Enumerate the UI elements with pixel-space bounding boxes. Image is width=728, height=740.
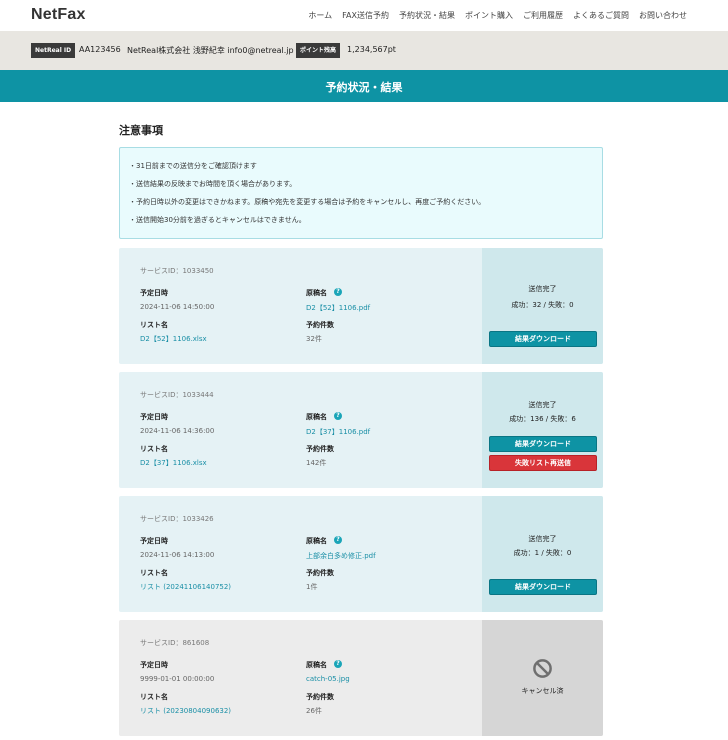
nav-fax-reserve[interactable]: FAX送信予約 [342, 10, 389, 21]
nav-home[interactable]: ホーム [308, 10, 332, 21]
scheduled-label: 予定日時 [140, 413, 168, 421]
document-label: 原稿名 [306, 537, 327, 545]
note-item: ・31日前までの送信分をご確認頂けます [129, 162, 257, 170]
document-label: 原稿名 [306, 661, 327, 669]
site-header: NetFax ホーム FAX送信予約 予約状況・結果 ポイント購入 ご利用履歴 … [0, 0, 728, 31]
question-circle-icon[interactable]: ? [334, 412, 342, 420]
status-text: 送信完了 [528, 535, 557, 543]
list-link[interactable]: D2【37】1106.xlsx [140, 458, 207, 468]
status-text: 送信完了 [528, 401, 557, 409]
status-text: 送信完了 [528, 285, 557, 293]
nav-usage-history[interactable]: ご利用履歴 [523, 10, 563, 21]
points-balance: 1,234,567pt [347, 45, 396, 54]
download-results-button[interactable]: 結果ダウンロード [489, 331, 597, 347]
question-circle-icon[interactable]: ? [334, 660, 342, 668]
note-item: ・予約日時以外の変更はできかねます。原稿や宛先を変更する場合は予約をキャンセルし… [129, 198, 486, 206]
count-label: 予約件数 [306, 445, 334, 453]
scheduled-value: 9999-01-01 00:00:00 [140, 675, 215, 683]
scheduled-label: 予定日時 [140, 537, 168, 545]
notes-title: 注意事項 [119, 124, 163, 137]
result-counts: 成功：136 / 失敗：6 [509, 415, 576, 423]
count-label: 予約件数 [306, 693, 334, 701]
status-panel: 送信完了 成功：32 / 失敗：0 結果ダウンロード [482, 248, 603, 364]
list-label: リスト名 [140, 445, 168, 453]
list-label: リスト名 [140, 693, 168, 701]
note-item: ・送信結果の反映までお時間を頂く場合があります。 [129, 180, 297, 188]
count-label: 予約件数 [306, 321, 334, 329]
resend-failed-list-button[interactable]: 失敗リスト再送信 [489, 455, 597, 471]
status-panel: 送信完了 成功：136 / 失敗：6 結果ダウンロード 失敗リスト再送信 [482, 372, 603, 488]
result-counts: 成功：32 / 失敗：0 [511, 301, 574, 309]
note-item: ・送信開始30分前を過ぎるとキャンセルはできません。 [129, 216, 306, 224]
main-nav: ホーム FAX送信予約 予約状況・結果 ポイント購入 ご利用履歴 よくあるご質問… [308, 10, 687, 21]
page-title: 予約状況・結果 [325, 81, 403, 94]
service-id: サービスID：1033444 [140, 391, 214, 399]
list-label: リスト名 [140, 569, 168, 577]
scheduled-label: 予定日時 [140, 661, 168, 669]
document-link[interactable]: catch-05.jpg [306, 675, 350, 683]
document-link[interactable]: D2【52】1106.pdf [306, 303, 370, 313]
list-link[interactable]: D2【52】1106.xlsx [140, 334, 207, 344]
result-counts: 成功：1 / 失敗：0 [513, 549, 572, 557]
reservation-card: サービスID：1033426 予定日時 2024-11-06 14:13:00 … [119, 496, 603, 612]
reservation-card: サービスID：1033450 予定日時 2024-11-06 14:50:00 … [119, 248, 603, 364]
scheduled-value: 2024-11-06 14:36:00 [140, 427, 215, 435]
service-id: サービスID：1033450 [140, 267, 214, 275]
prohibited-icon [533, 659, 552, 678]
list-link[interactable]: リスト (20230804090632) [140, 706, 231, 716]
count-value: 142件 [306, 459, 327, 467]
reservation-card-cancelled: サービスID：861608 予定日時 9999-01-01 00:00:00 原… [119, 620, 603, 736]
status-text: キャンセル済 [521, 687, 564, 695]
scheduled-label: 予定日時 [140, 289, 168, 297]
account-id: AA123456 [79, 45, 121, 54]
nav-faq[interactable]: よくあるご質問 [573, 10, 629, 21]
download-results-button[interactable]: 結果ダウンロード [489, 579, 597, 595]
count-value: 26件 [306, 707, 322, 715]
scheduled-value: 2024-11-06 14:13:00 [140, 551, 215, 559]
service-id: サービスID：1033426 [140, 515, 214, 523]
nav-reservation-status[interactable]: 予約状況・結果 [399, 10, 455, 21]
document-label: 原稿名 [306, 289, 327, 297]
list-label: リスト名 [140, 321, 168, 329]
status-panel: キャンセル済 [482, 620, 603, 736]
list-link[interactable]: リスト (20241106140752) [140, 582, 231, 592]
question-circle-icon[interactable]: ? [334, 536, 342, 544]
status-panel: 送信完了 成功：1 / 失敗：0 結果ダウンロード [482, 496, 603, 612]
reservation-card: サービスID：1033444 予定日時 2024-11-06 14:36:00 … [119, 372, 603, 488]
scheduled-value: 2024-11-06 14:50:00 [140, 303, 215, 311]
account-user: NetReal株式会社 浅野紀幸 info0@netreal.jp [127, 46, 294, 55]
nav-buy-points[interactable]: ポイント購入 [465, 10, 513, 21]
nav-contact[interactable]: お問い合わせ [639, 10, 687, 21]
count-label: 予約件数 [306, 569, 334, 577]
count-value: 1件 [306, 583, 318, 591]
document-link[interactable]: 上部余白多め修正.pdf [306, 551, 376, 561]
document-link[interactable]: D2【37】1106.pdf [306, 427, 370, 437]
document-label: 原稿名 [306, 413, 327, 421]
points-tag: ポイント残高 [296, 43, 341, 58]
count-value: 32件 [306, 335, 322, 343]
netreal-id-tag: NetReal ID [31, 43, 76, 58]
download-results-button[interactable]: 結果ダウンロード [489, 436, 597, 452]
service-id: サービスID：861608 [140, 639, 210, 647]
question-circle-icon[interactable]: ? [334, 288, 342, 296]
netfax-logo[interactable]: NetFax [31, 6, 86, 24]
